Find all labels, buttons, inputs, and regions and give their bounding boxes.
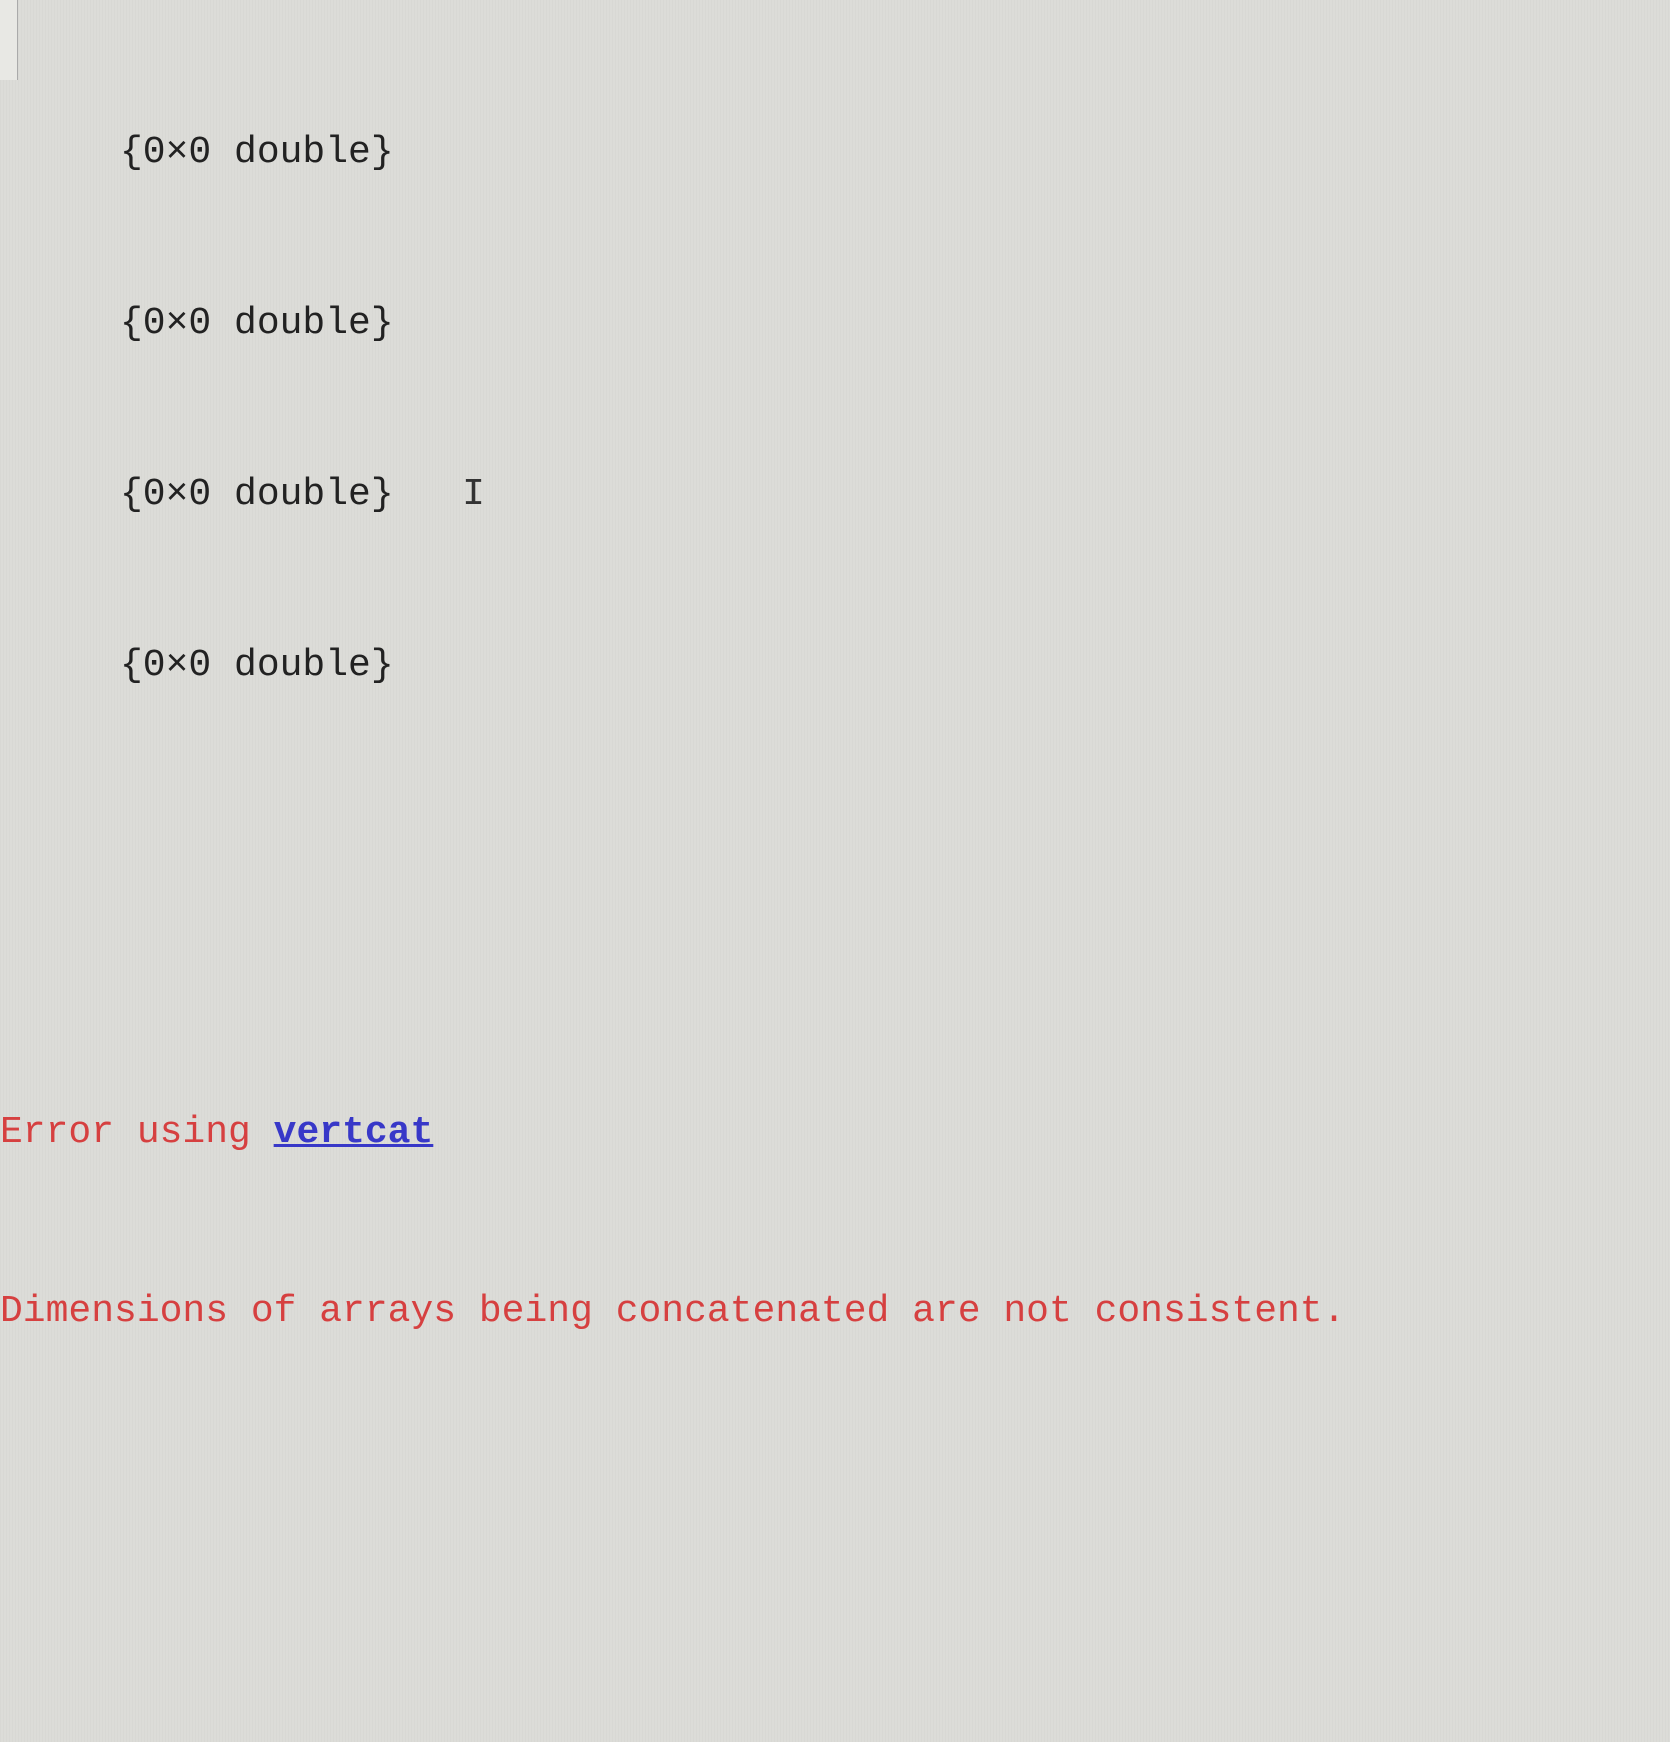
cell-value: {0×0 double} [120, 473, 394, 516]
error-prefix-text: Error using [0, 1111, 274, 1154]
cell-output-line: {0×0 double} [0, 124, 1670, 181]
error-in-line: Error in ClassTableFun (line 5) [0, 1740, 1670, 1742]
command-window-output[interactable]: {0×0 double} {0×0 double} {0×0 double} I… [0, 10, 1670, 1742]
gutter-margin [0, 0, 18, 80]
cell-output-line: {0×0 double} [0, 295, 1670, 352]
cell-output-line: {0×0 double} [0, 637, 1670, 694]
error-using-line: Error using vertcat [0, 1104, 1670, 1161]
error-function-link[interactable]: vertcat [274, 1111, 434, 1154]
blank-line [0, 1511, 1670, 1561]
text-cursor-icon: I [462, 473, 485, 516]
blank-line [0, 865, 1670, 925]
error-message-line: Dimensions of arrays being concatenated … [0, 1283, 1670, 1340]
cell-output-line: {0×0 double} I [0, 466, 1670, 523]
